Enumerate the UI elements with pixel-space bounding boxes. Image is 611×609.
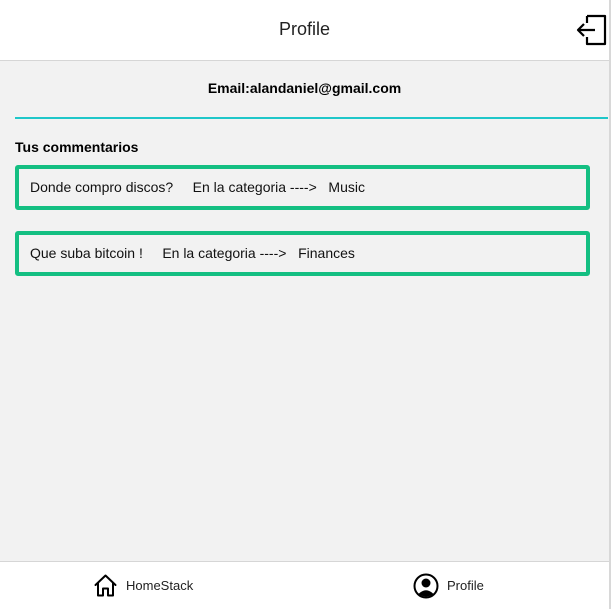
comment-list: Donde compro discos? En la categoria ---… [15,165,590,297]
page-title: Profile [278,19,331,39]
user-email: Email:alandaniel@gmail.com [207,80,402,96]
tab-label: HomeStack [126,578,194,593]
comment-category-prefix: En la categoria ----> [162,245,287,261]
logout-icon [576,14,607,46]
user-circle-icon [413,573,439,598]
comment-item[interactable]: Donde compro discos? En la categoria ---… [15,165,590,210]
app-root: Profile Email:alandaniel@gmail.com Tus c… [0,0,611,609]
logout-button[interactable] [575,13,609,47]
header: Profile [0,0,609,61]
comment-item[interactable]: Que suba bitcoin ! En la categoria ---->… [15,231,590,276]
comments-section-title: Tus commentarios [15,139,139,155]
tab-profile[interactable]: Profile [413,562,484,609]
comment-category-prefix: En la categoria ----> [192,179,317,195]
comment-text: Que suba bitcoin ! [30,245,143,261]
comment-category: Finances [298,245,355,261]
section-divider [15,117,608,119]
comment-text: Donde compro discos? [30,179,174,195]
bottom-tab-bar: HomeStack Profile [0,561,609,609]
home-icon [94,574,117,597]
tab-label: Profile [447,578,484,593]
tab-homestack[interactable]: HomeStack [93,562,193,609]
comment-category: Music [328,179,365,195]
